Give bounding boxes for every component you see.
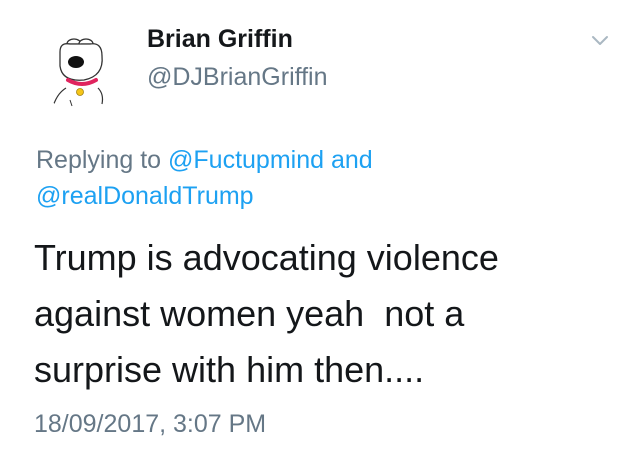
- reply-context: Replying to @Fuctupmind and @realDonaldT…: [36, 142, 596, 214]
- mention-link-realdonaldtrump[interactable]: @realDonaldTrump: [36, 182, 254, 210]
- tweet-text-line: against women yeah not a: [34, 293, 465, 334]
- brian-griffin-avatar-icon: [51, 38, 104, 111]
- tweet-text-line: Trump is advocating violence: [34, 237, 499, 278]
- author-display-name[interactable]: Brian Griffin: [147, 25, 293, 54]
- reply-prefix: Replying to: [36, 146, 162, 174]
- tweet-timestamp[interactable]: 18/09/2017, 3:07 PM: [34, 410, 266, 439]
- avatar[interactable]: [40, 30, 124, 114]
- tweet: Brian Griffin @DJBrianGriffin Replying t…: [0, 0, 640, 464]
- tweet-text: Trump is advocating violence against wom…: [34, 230, 614, 398]
- mention-link-fuctupmind[interactable]: @Fuctupmind: [168, 146, 324, 174]
- tweet-menu-button[interactable]: [590, 34, 610, 48]
- reply-conjunction: and: [330, 146, 373, 174]
- chevron-down-icon: [592, 36, 608, 45]
- author-handle[interactable]: @DJBrianGriffin: [147, 63, 328, 92]
- tweet-text-line: surprise with him then....: [34, 349, 425, 390]
